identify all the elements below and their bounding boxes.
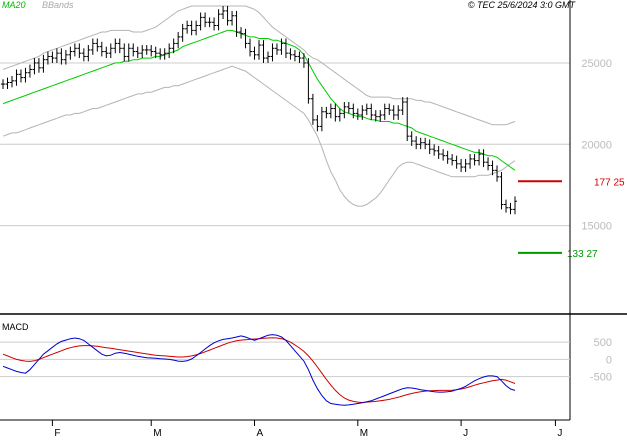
bollinger-bands xyxy=(2,5,516,207)
stock-chart: 177 25 133 27 15000 20000 25000 500 0 -500 F M… xyxy=(0,0,627,439)
month-label: J xyxy=(463,428,468,439)
month-label: F xyxy=(54,428,60,439)
macd-tick-label: -500 xyxy=(590,372,612,384)
support-label: 133 27 xyxy=(567,249,598,260)
macd-title: MACD xyxy=(2,322,29,332)
month-label: M xyxy=(360,428,368,439)
month-label: J xyxy=(557,428,562,439)
macd-axis: 500 0 -500 xyxy=(590,337,612,383)
month-label: M xyxy=(153,428,161,439)
legend-bbands: BBands xyxy=(42,0,74,10)
copyright-text: © TEC 25/6/2024 3:0 GMT xyxy=(467,0,575,10)
macd-signal-line xyxy=(2,337,516,404)
price-bars xyxy=(1,6,517,215)
price-tick-label: 20000 xyxy=(581,139,612,151)
month-label: A xyxy=(257,428,264,439)
price-axis: 15000 20000 25000 xyxy=(581,58,612,233)
macd-tick-label: 0 xyxy=(606,354,612,366)
bband-upper xyxy=(2,5,516,126)
macd-line xyxy=(2,334,516,406)
macd-tick-label: 500 xyxy=(594,337,612,349)
resistance-label: 177 25 xyxy=(594,177,625,188)
legend-ma20: MA20 xyxy=(2,0,26,10)
bband-lower xyxy=(2,65,516,207)
macd-lines xyxy=(2,334,516,406)
month-axis: FMAMJJ xyxy=(51,420,562,439)
price-gridlines xyxy=(0,62,570,227)
macd-gridlines xyxy=(0,341,570,378)
price-levels: 177 25 133 27 xyxy=(518,177,625,260)
price-tick-label: 15000 xyxy=(581,221,612,233)
price-tick-label: 25000 xyxy=(581,58,612,70)
